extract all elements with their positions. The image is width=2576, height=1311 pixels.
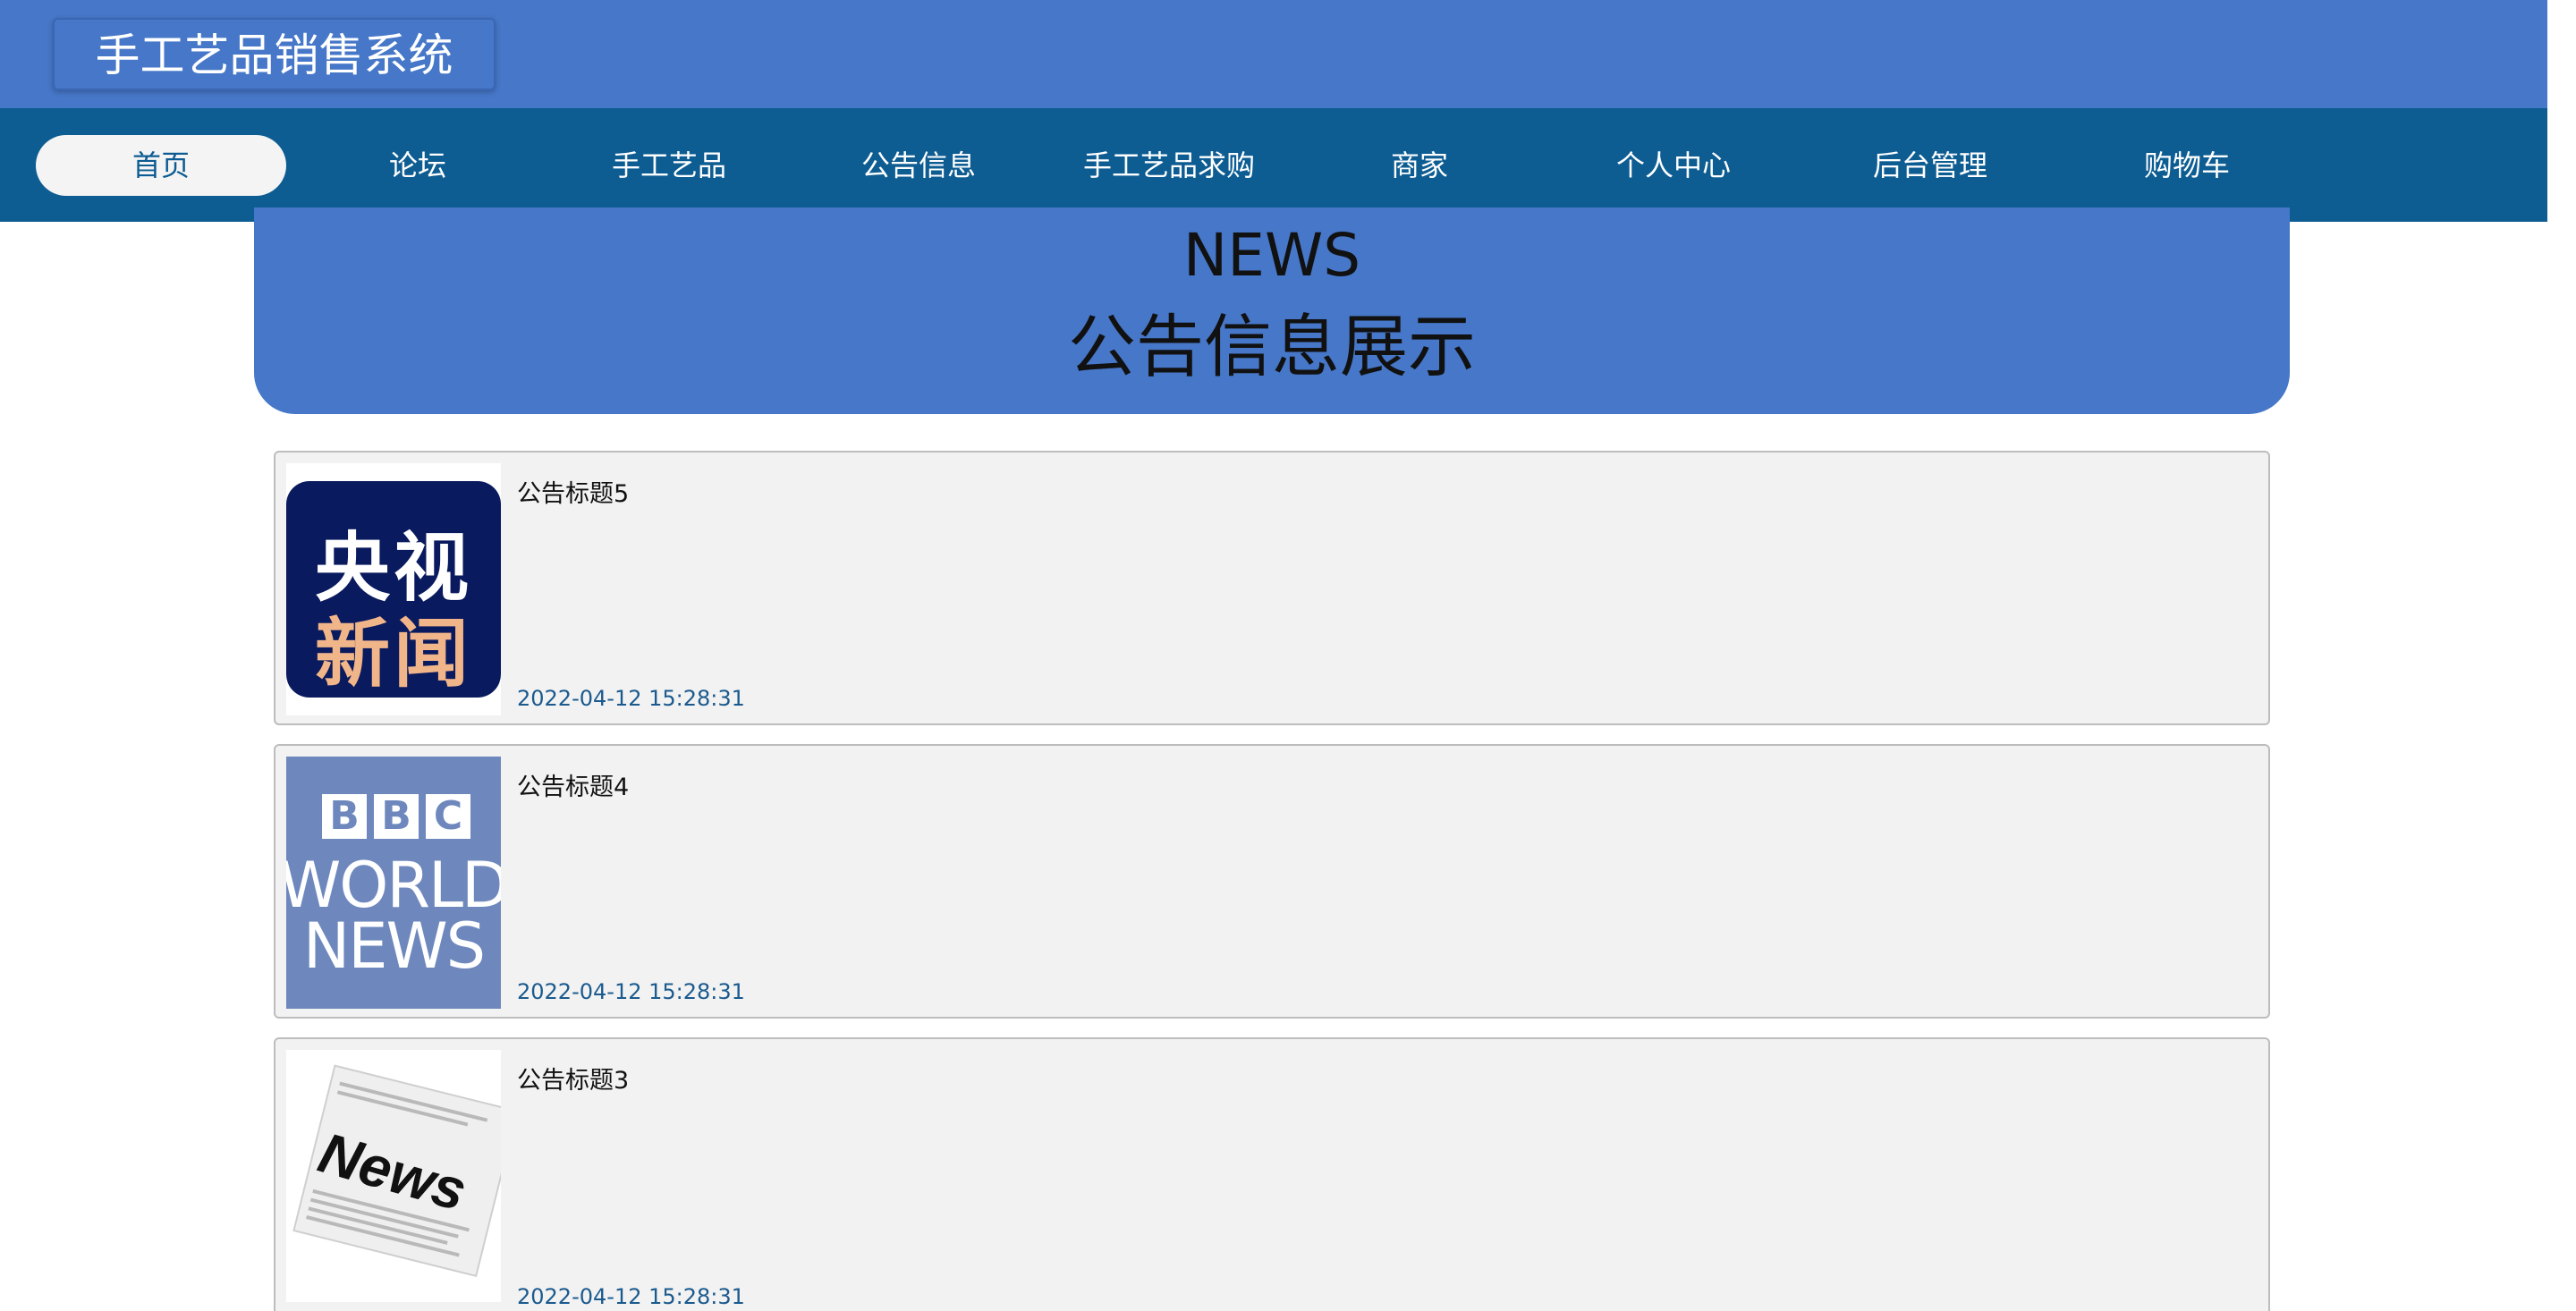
nav-item-profile[interactable]: 个人中心	[1548, 135, 1799, 196]
news-title[interactable]: 公告标题5	[517, 474, 629, 509]
news-time: 2022-04-12 15:28:31	[517, 1284, 745, 1309]
cctv-news-logo: 央视 新闻	[286, 463, 501, 715]
news-card[interactable]: B B C WORLD NEWS 公告标题4 2022-04-12 15:28:…	[274, 744, 2270, 1019]
news-time: 2022-04-12 15:28:31	[517, 686, 745, 711]
site-title[interactable]: 手工艺品销售系统	[53, 18, 496, 90]
nav-item-notices[interactable]: 公告信息	[793, 135, 1044, 196]
nav-item-crafts[interactable]: 手工艺品	[544, 135, 794, 196]
news-card[interactable]: News 公告标题3 2022-04-12 15:28:31	[274, 1037, 2270, 1311]
logo-box: 央视 新闻	[286, 481, 501, 698]
newspaper-illustration: News	[286, 1050, 501, 1302]
news-banner: NEWS 公告信息展示	[254, 207, 2290, 414]
page: 手工艺品销售系统 首页 论坛 手工艺品 公告信息 手工艺品求购 商家 个人中心 …	[0, 0, 2547, 1311]
news-title[interactable]: 公告标题3	[517, 1061, 629, 1095]
news-thumbnail[interactable]: B B C WORLD NEWS	[286, 757, 501, 1009]
logo-line-world: WORLD	[286, 849, 501, 922]
banner-chinese-title: 公告信息展示	[1068, 307, 1476, 386]
nav-item-home[interactable]: 首页	[36, 135, 286, 196]
news-thumbnail[interactable]: News	[286, 1050, 501, 1302]
main-nav: 首页 论坛 手工艺品 公告信息 手工艺品求购 商家 个人中心 后台管理 购物车	[0, 108, 2547, 222]
logo-text-bottom: 新闻	[314, 610, 472, 698]
bbc-block: B	[374, 794, 419, 839]
news-thumbnail[interactable]: 央视 新闻	[286, 463, 501, 715]
nav-item-admin[interactable]: 后台管理	[1805, 135, 2055, 196]
nav-item-forum[interactable]: 论坛	[292, 135, 543, 196]
logo-line-news: NEWS	[302, 909, 486, 983]
bbc-world-news-logo: B B C WORLD NEWS	[286, 757, 501, 1009]
top-header: 手工艺品销售系统	[0, 0, 2547, 108]
bbc-block: C	[426, 794, 470, 839]
nav-item-cart[interactable]: 购物车	[2062, 135, 2312, 196]
banner-english-title: NEWS	[1182, 221, 1361, 290]
news-card[interactable]: 央视 新闻 公告标题5 2022-04-12 15:28:31	[274, 451, 2270, 725]
newspaper-image: News	[286, 1050, 501, 1302]
nav-item-merchants[interactable]: 商家	[1294, 135, 1545, 196]
bbc-block: B	[322, 794, 367, 839]
bbc-blocks: B B C	[322, 794, 470, 839]
nav-item-craft-requests[interactable]: 手工艺品求购	[1044, 135, 1294, 196]
news-time: 2022-04-12 15:28:31	[517, 979, 745, 1004]
news-title[interactable]: 公告标题4	[517, 767, 629, 802]
